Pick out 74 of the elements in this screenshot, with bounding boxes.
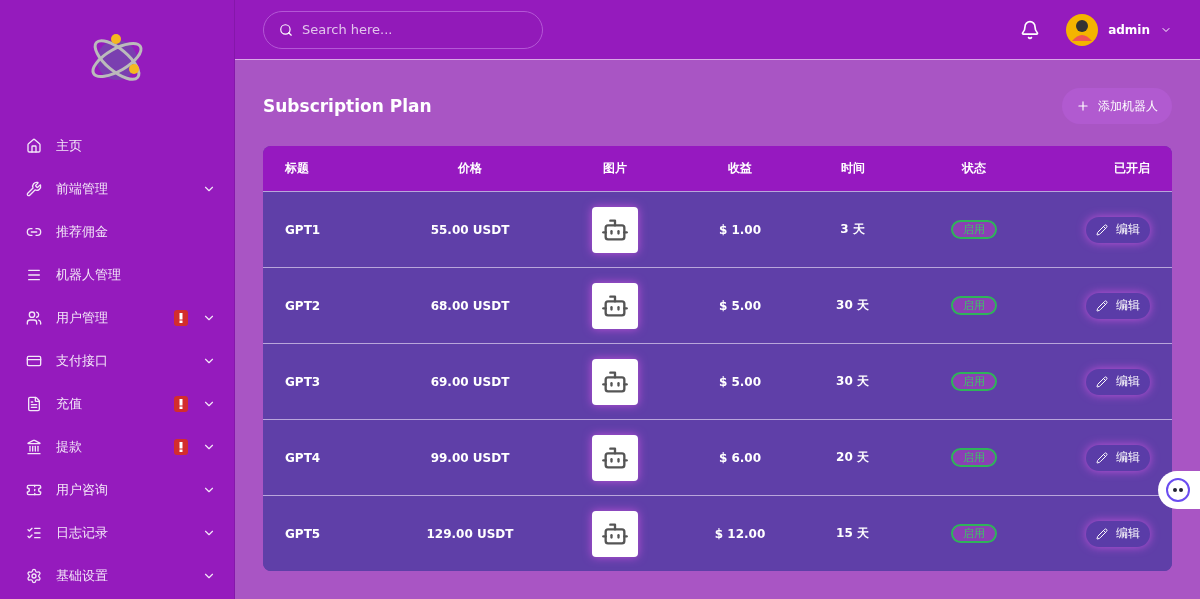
users-icon (26, 309, 42, 326)
pencil-icon (1096, 375, 1108, 388)
chat-button[interactable] (1158, 471, 1200, 509)
sidebar-item[interactable]: 推荐佣金 (0, 210, 234, 253)
status-badge: 启用 (951, 448, 997, 467)
sidebar-item[interactable]: 提款 (0, 425, 234, 468)
table-cell: 129.00 USDT (426, 526, 514, 541)
table-cell: $ 5.00 (718, 374, 762, 389)
edit-button[interactable]: 编辑 (1086, 292, 1150, 319)
pencil-icon (1096, 299, 1108, 312)
table-cell: 20 天 (836, 449, 869, 466)
bank-icon (26, 438, 42, 455)
table-cell: GPT3 (285, 374, 321, 389)
table-cell: 68.00 USDT (430, 298, 510, 313)
status-badge: 启用 (951, 220, 997, 239)
photo-placeholder (592, 510, 638, 557)
edit-button[interactable]: 编辑 (1086, 216, 1150, 243)
table-cell: 3 天 (840, 221, 865, 238)
sidebar-item[interactable]: 支付接口 (0, 339, 234, 382)
photo-placeholder (592, 282, 638, 329)
column-header: 时间 (840, 160, 865, 177)
chat-face-icon (1166, 478, 1190, 502)
status-badge: 启用 (951, 372, 997, 391)
column-header: 状态 (962, 160, 986, 177)
user-name[interactable]: admin (1108, 22, 1150, 37)
status-badge: 启用 (951, 524, 997, 543)
table-cell: 15 天 (836, 525, 869, 542)
table-cell: 30 天 (836, 373, 869, 390)
column-header: 收益 (728, 160, 752, 177)
table-cell: $ 12.00 (714, 526, 766, 541)
document-icon (26, 395, 42, 412)
sidebar-item[interactable]: 用户咨询 (0, 468, 234, 511)
column-header: 标题 (285, 160, 309, 177)
table-cell: $ 5.00 (718, 298, 762, 313)
photo-placeholder (592, 358, 638, 405)
avatar (1066, 13, 1099, 46)
sidebar-item[interactable]: 基础设置 (0, 554, 234, 597)
sidebar-item[interactable]: 机器人管理 (0, 253, 234, 296)
table-cell: GPT2 (285, 298, 321, 313)
edit-button[interactable]: 编辑 (1086, 444, 1150, 471)
table-cell: GPT5 (285, 526, 321, 541)
status-badge: 启用 (951, 296, 997, 315)
search-icon (279, 22, 293, 37)
pencil-icon (1096, 527, 1108, 540)
sidebar-item[interactable]: 日志记录 (0, 511, 234, 554)
sidebar-item[interactable]: 充值 (0, 382, 234, 425)
bell-icon[interactable] (1020, 19, 1041, 40)
pencil-icon (1096, 451, 1108, 464)
sidebar-item[interactable]: 主页 (0, 124, 234, 167)
column-header: 图片 (603, 160, 627, 177)
column-header: 价格 (458, 160, 482, 177)
add-robot-button[interactable]: 添加机器人 (1062, 88, 1172, 124)
table-cell: 55.00 USDT (430, 222, 510, 237)
plus-icon (1076, 99, 1090, 113)
search-field[interactable]: Search here... (263, 10, 543, 49)
tools-icon (26, 180, 42, 197)
pencil-icon (1096, 223, 1108, 236)
home-icon (26, 137, 42, 154)
table-cell: 69.00 USDT (430, 374, 510, 389)
sidebar-item[interactable]: 前端管理 (0, 167, 234, 210)
settings-icon (26, 567, 42, 584)
table-cell: 99.00 USDT (430, 450, 510, 465)
page-title: Subscription Plan (263, 96, 432, 116)
column-header: 已开启 (1114, 160, 1150, 177)
sidebar-item[interactable]: 用户管理 (0, 296, 234, 339)
table-cell: $ 6.00 (718, 450, 762, 465)
photo-placeholder (592, 206, 638, 253)
table-cell: 30 天 (836, 297, 869, 314)
photo-placeholder (592, 434, 638, 481)
edit-button[interactable]: 编辑 (1086, 520, 1150, 547)
edit-button[interactable]: 编辑 (1086, 368, 1150, 395)
table-cell: GPT1 (285, 222, 321, 237)
table-cell: GPT4 (285, 450, 321, 465)
table-cell: $ 1.00 (718, 222, 762, 237)
